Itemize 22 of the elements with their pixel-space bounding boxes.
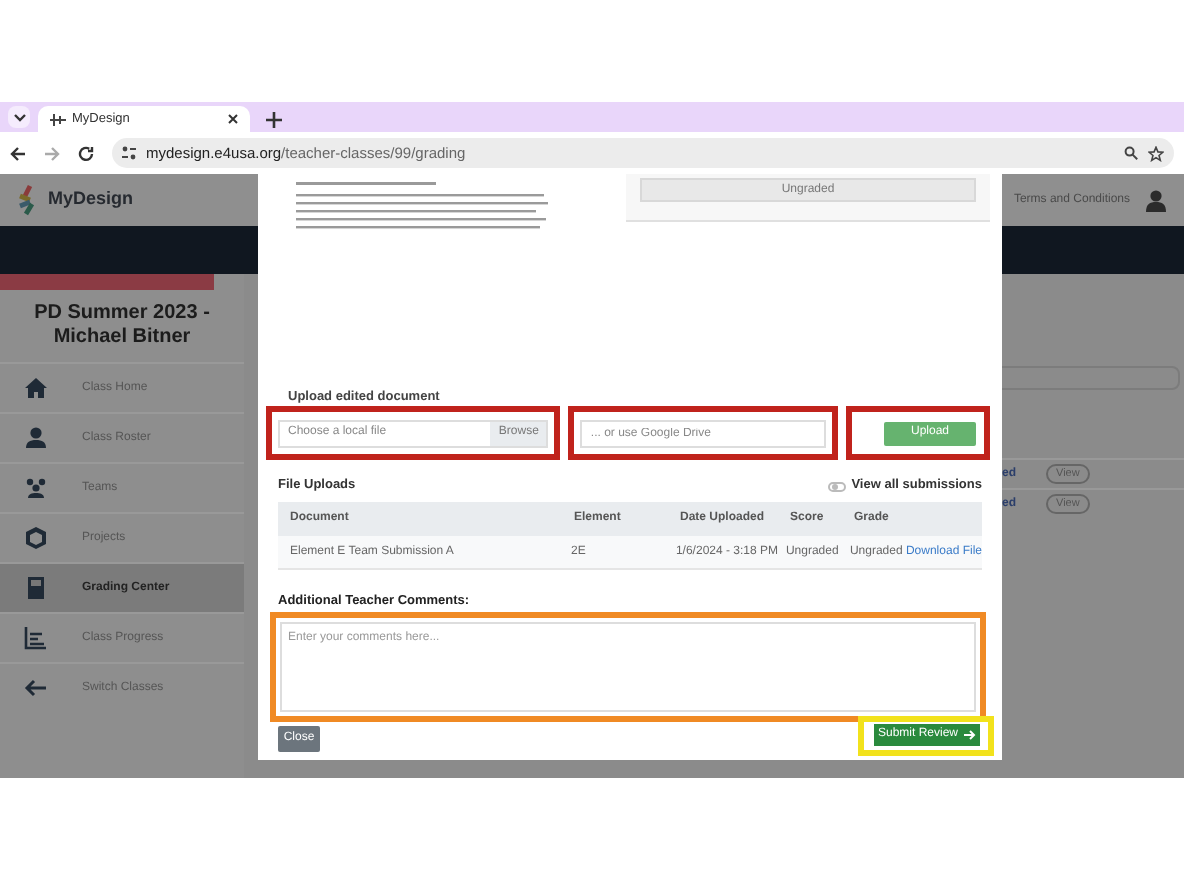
close-icon[interactable] xyxy=(228,114,238,124)
reload-icon[interactable] xyxy=(78,145,94,161)
arrow-left-icon xyxy=(24,676,48,700)
back-icon[interactable] xyxy=(10,145,26,161)
cube-icon xyxy=(24,526,48,550)
person-icon xyxy=(24,426,48,450)
group-icon xyxy=(24,476,48,500)
class-title: PD Summer 2023 - Michael Bitner xyxy=(32,300,212,352)
chevron-down-icon xyxy=(13,113,25,121)
site-icon xyxy=(50,113,66,125)
zoom-icon[interactable] xyxy=(1124,146,1138,160)
home-icon xyxy=(24,376,48,400)
user-icon[interactable] xyxy=(1146,189,1166,211)
logo-text: MyDesign xyxy=(48,186,134,213)
site-info-icon[interactable] xyxy=(122,146,136,160)
arrow-right-icon xyxy=(964,730,976,741)
new-tab-icon[interactable] xyxy=(266,112,282,128)
tab-list-button[interactable] xyxy=(8,106,30,128)
chart-icon xyxy=(24,626,48,650)
view-all-toggle[interactable] xyxy=(827,481,846,491)
book-icon xyxy=(24,576,48,600)
star-icon[interactable] xyxy=(1148,145,1164,161)
